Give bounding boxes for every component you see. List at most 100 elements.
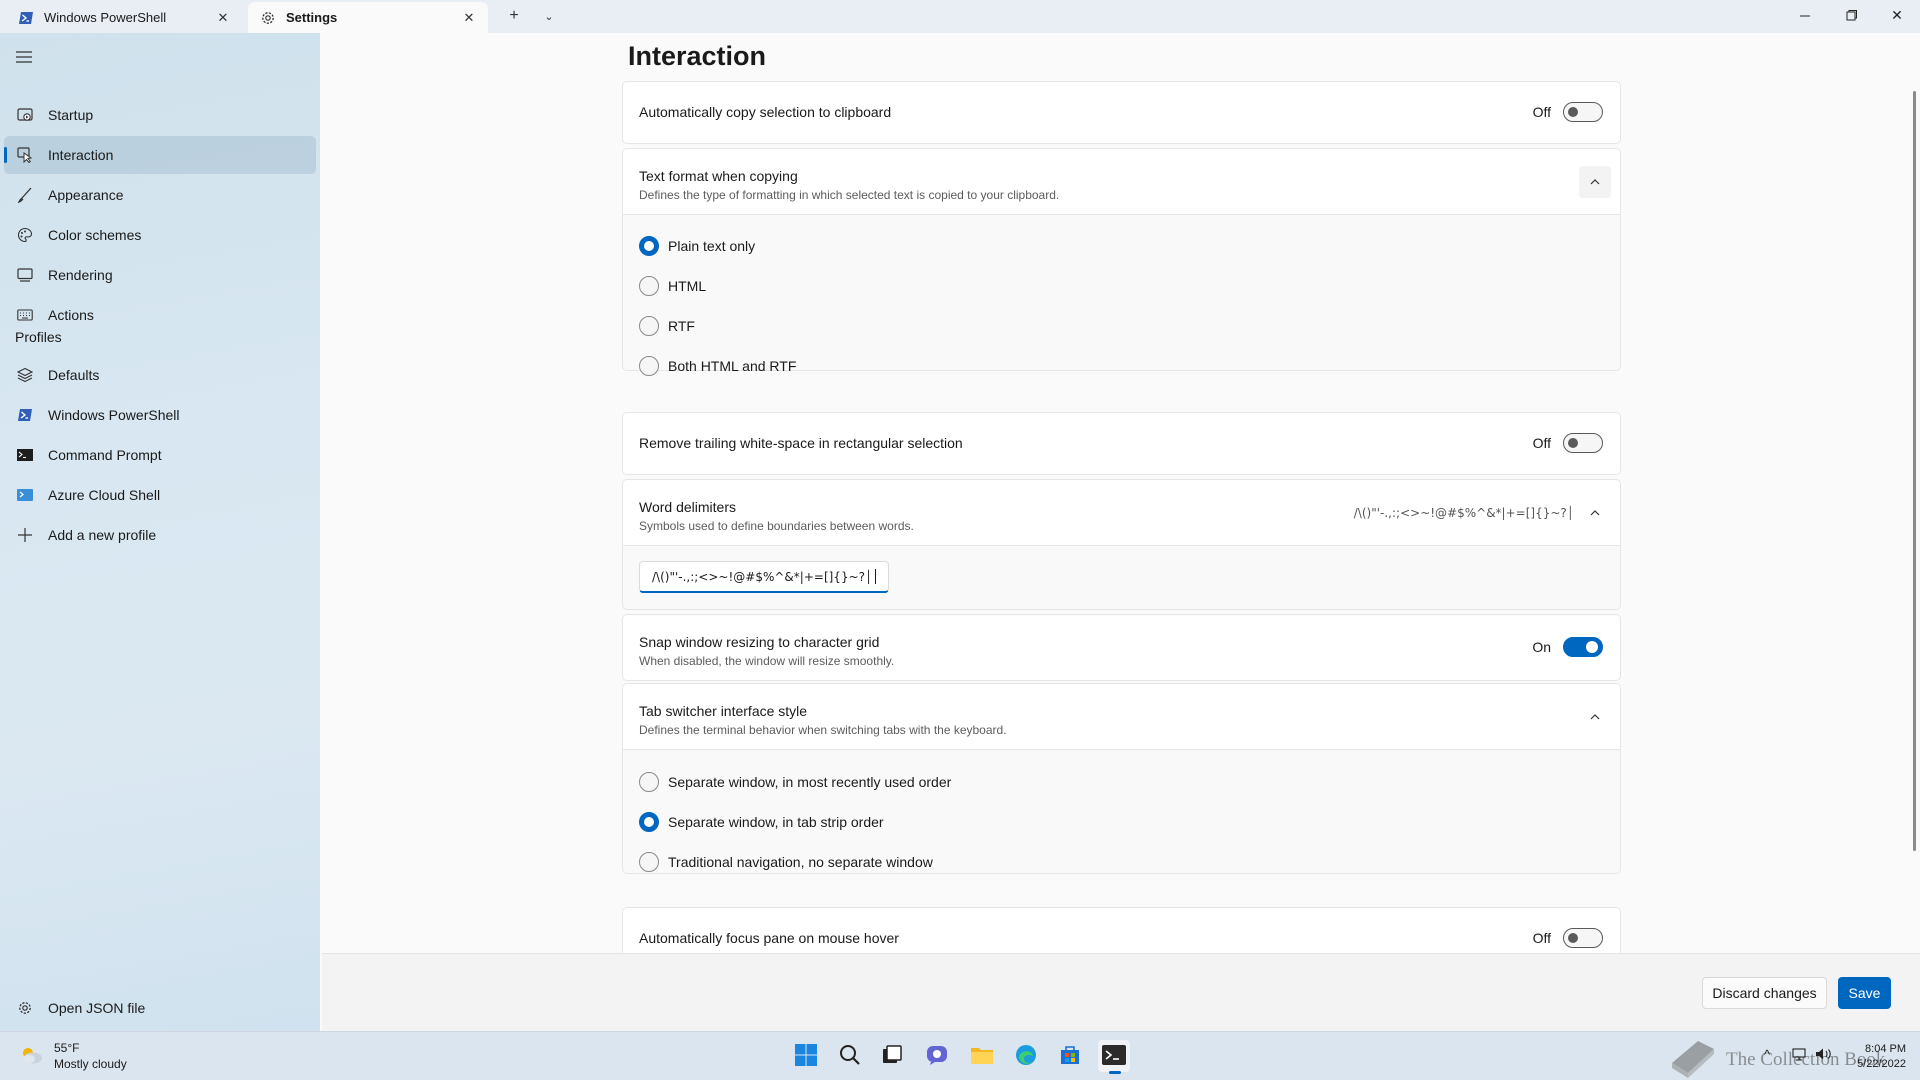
- setting-copy-on-select: Automatically copy selection to clipboar…: [622, 81, 1621, 144]
- radio-button[interactable]: [639, 772, 659, 792]
- sidebar-item-add-new-profile[interactable]: Add a new profile: [4, 516, 316, 554]
- word-delimiters-input[interactable]: /\()"'-.,:;<>~!@#$%^&*|+=[]{}~?│: [639, 561, 889, 593]
- taskbar-file-explorer[interactable]: [966, 1040, 998, 1072]
- cmd-icon: [16, 446, 34, 464]
- radio-both-html-rtf[interactable]: Both HTML and RTF: [639, 356, 796, 376]
- sidebar-item-azure-cloud-shell[interactable]: Azure Cloud Shell: [4, 476, 316, 514]
- sidebar-item-command-prompt[interactable]: Command Prompt: [4, 436, 316, 474]
- sidebar-item-defaults[interactable]: Defaults: [4, 356, 316, 394]
- sidebar-item-windows-powershell[interactable]: Windows PowerShell: [4, 396, 316, 434]
- taskbar-task-view[interactable]: [876, 1040, 908, 1072]
- plus-icon: [16, 526, 34, 544]
- minimize-icon[interactable]: [1782, 0, 1828, 31]
- sidebar-item-startup[interactable]: Startup: [4, 96, 316, 134]
- keyboard-icon: [16, 306, 34, 324]
- radio-html[interactable]: HTML: [639, 276, 706, 296]
- radio-rtf[interactable]: RTF: [639, 316, 695, 336]
- toggle-switch[interactable]: [1563, 928, 1603, 948]
- sidebar-item-label: Appearance: [48, 187, 124, 203]
- hamburger-menu-icon[interactable]: [14, 47, 34, 67]
- monitor-icon: [16, 266, 34, 284]
- palette-icon: [16, 226, 34, 244]
- chat-icon: [926, 1044, 948, 1069]
- sidebar-item-color-schemes[interactable]: Color schemes: [4, 216, 316, 254]
- radio-button[interactable]: [639, 276, 659, 296]
- sidebar-item-interaction[interactable]: Interaction: [4, 136, 316, 174]
- title-bar: Windows PowerShell ✕ Settings ✕ + ⌄ ✕: [0, 0, 1920, 33]
- radio-plain-text[interactable]: Plain text only: [639, 236, 755, 256]
- taskbar-edge[interactable]: [1010, 1040, 1042, 1072]
- layers-icon: [16, 366, 34, 384]
- start-button[interactable]: [790, 1040, 822, 1072]
- setting-subtitle: When disabled, the window will resize sm…: [639, 654, 895, 668]
- sidebar: Startup Interaction Appearance Color sch…: [0, 33, 320, 1031]
- search-icon: [839, 1044, 861, 1069]
- sidebar-item-rendering[interactable]: Rendering: [4, 256, 316, 294]
- setting-tab-switcher[interactable]: Tab switcher interface style Defines the…: [622, 683, 1621, 750]
- radio-button[interactable]: [639, 812, 659, 832]
- radio-label: Separate window, in tab strip order: [668, 814, 884, 830]
- copy-on-select-toggle[interactable]: Off: [1533, 102, 1603, 122]
- taskbar-store[interactable]: [1054, 1040, 1086, 1072]
- network-icon[interactable]: [1792, 1047, 1806, 1064]
- new-tab-plus-icon[interactable]: +: [500, 4, 528, 28]
- chevron-up-tray-icon[interactable]: ^: [1764, 1047, 1770, 1062]
- taskbar-search[interactable]: [834, 1040, 866, 1072]
- chevron-up-icon[interactable]: [1579, 497, 1611, 529]
- folder-icon: [970, 1045, 994, 1068]
- radio-button[interactable]: [639, 316, 659, 336]
- close-window-icon[interactable]: ✕: [1874, 0, 1920, 31]
- weather-widget[interactable]: 55°F Mostly cloudy: [18, 1040, 127, 1072]
- task-view-icon: [881, 1044, 903, 1069]
- volume-icon[interactable]: [1815, 1047, 1833, 1064]
- setting-title: Word delimiters: [639, 499, 736, 515]
- chevron-up-icon[interactable]: [1579, 701, 1611, 733]
- toggle-state-label: Off: [1532, 435, 1551, 451]
- close-icon[interactable]: ✕: [212, 7, 234, 29]
- chevron-up-icon[interactable]: [1579, 166, 1611, 198]
- weather-desc: Mostly cloudy: [54, 1057, 127, 1071]
- setting-subtitle: Defines the type of formatting in which …: [639, 188, 1060, 202]
- setting-word-delimiters[interactable]: Word delimiters Symbols used to define b…: [622, 479, 1621, 546]
- taskbar-terminal[interactable]: [1098, 1040, 1130, 1074]
- word-delimiters-body: /\()"'-.,:;<>~!@#$%^&*|+=[]{}~?│: [622, 546, 1621, 610]
- taskbar-clock[interactable]: 8:04 PM 5/22/2022: [1857, 1042, 1906, 1072]
- store-icon: [1059, 1044, 1081, 1069]
- tab-windows-powershell[interactable]: Windows PowerShell ✕: [6, 2, 242, 33]
- chevron-down-icon[interactable]: ⌄: [535, 4, 563, 28]
- setting-trim-whitespace: Remove trailing white-space in rectangul…: [622, 412, 1621, 475]
- setting-title: Text format when copying: [639, 168, 798, 184]
- terminal-icon: [1102, 1044, 1126, 1068]
- close-icon[interactable]: ✕: [458, 7, 480, 29]
- weather-temp: 55°F: [54, 1041, 80, 1055]
- startup-icon: [16, 106, 34, 124]
- radio-button[interactable]: [639, 852, 659, 872]
- restore-icon[interactable]: [1828, 0, 1874, 31]
- discard-changes-button[interactable]: Discard changes: [1702, 977, 1827, 1009]
- trim-whitespace-toggle[interactable]: Off: [1533, 433, 1603, 453]
- radio-mru-order[interactable]: Separate window, in most recently used o…: [639, 772, 951, 792]
- sidebar-item-open-json[interactable]: Open JSON file: [4, 989, 316, 1027]
- sidebar-item-label: Interaction: [48, 147, 114, 163]
- setting-title: Remove trailing white-space in rectangul…: [639, 435, 963, 451]
- sidebar-item-appearance[interactable]: Appearance: [4, 176, 316, 214]
- toggle-state-label: Off: [1532, 104, 1551, 120]
- radio-label: Plain text only: [668, 238, 756, 254]
- taskbar-chat[interactable]: [921, 1040, 953, 1072]
- tab-settings[interactable]: Settings ✕: [248, 2, 488, 33]
- setting-text-format[interactable]: Text format when copying Defines the typ…: [622, 148, 1621, 215]
- radio-traditional-navigation[interactable]: Traditional navigation, no separate wind…: [639, 852, 933, 872]
- snap-resize-toggle[interactable]: On: [1532, 637, 1603, 657]
- focus-follow-mouse-toggle[interactable]: Off: [1533, 928, 1603, 948]
- toggle-switch[interactable]: [1563, 102, 1603, 122]
- save-button[interactable]: Save: [1838, 977, 1891, 1009]
- radio-tab-strip-order[interactable]: Separate window, in tab strip order: [639, 812, 884, 832]
- toggle-switch[interactable]: [1563, 433, 1603, 453]
- radio-button[interactable]: [639, 356, 659, 376]
- toggle-switch[interactable]: [1563, 637, 1603, 657]
- vertical-scrollbar[interactable]: [1913, 91, 1916, 851]
- sidebar-item-label: Color schemes: [48, 227, 142, 243]
- radio-button[interactable]: [639, 236, 659, 256]
- input-value: /\()"'-.,:;<>~!@#$%^&*|+=[]{}~?│: [652, 569, 873, 584]
- setting-title: Automatically copy selection to clipboar…: [639, 104, 892, 120]
